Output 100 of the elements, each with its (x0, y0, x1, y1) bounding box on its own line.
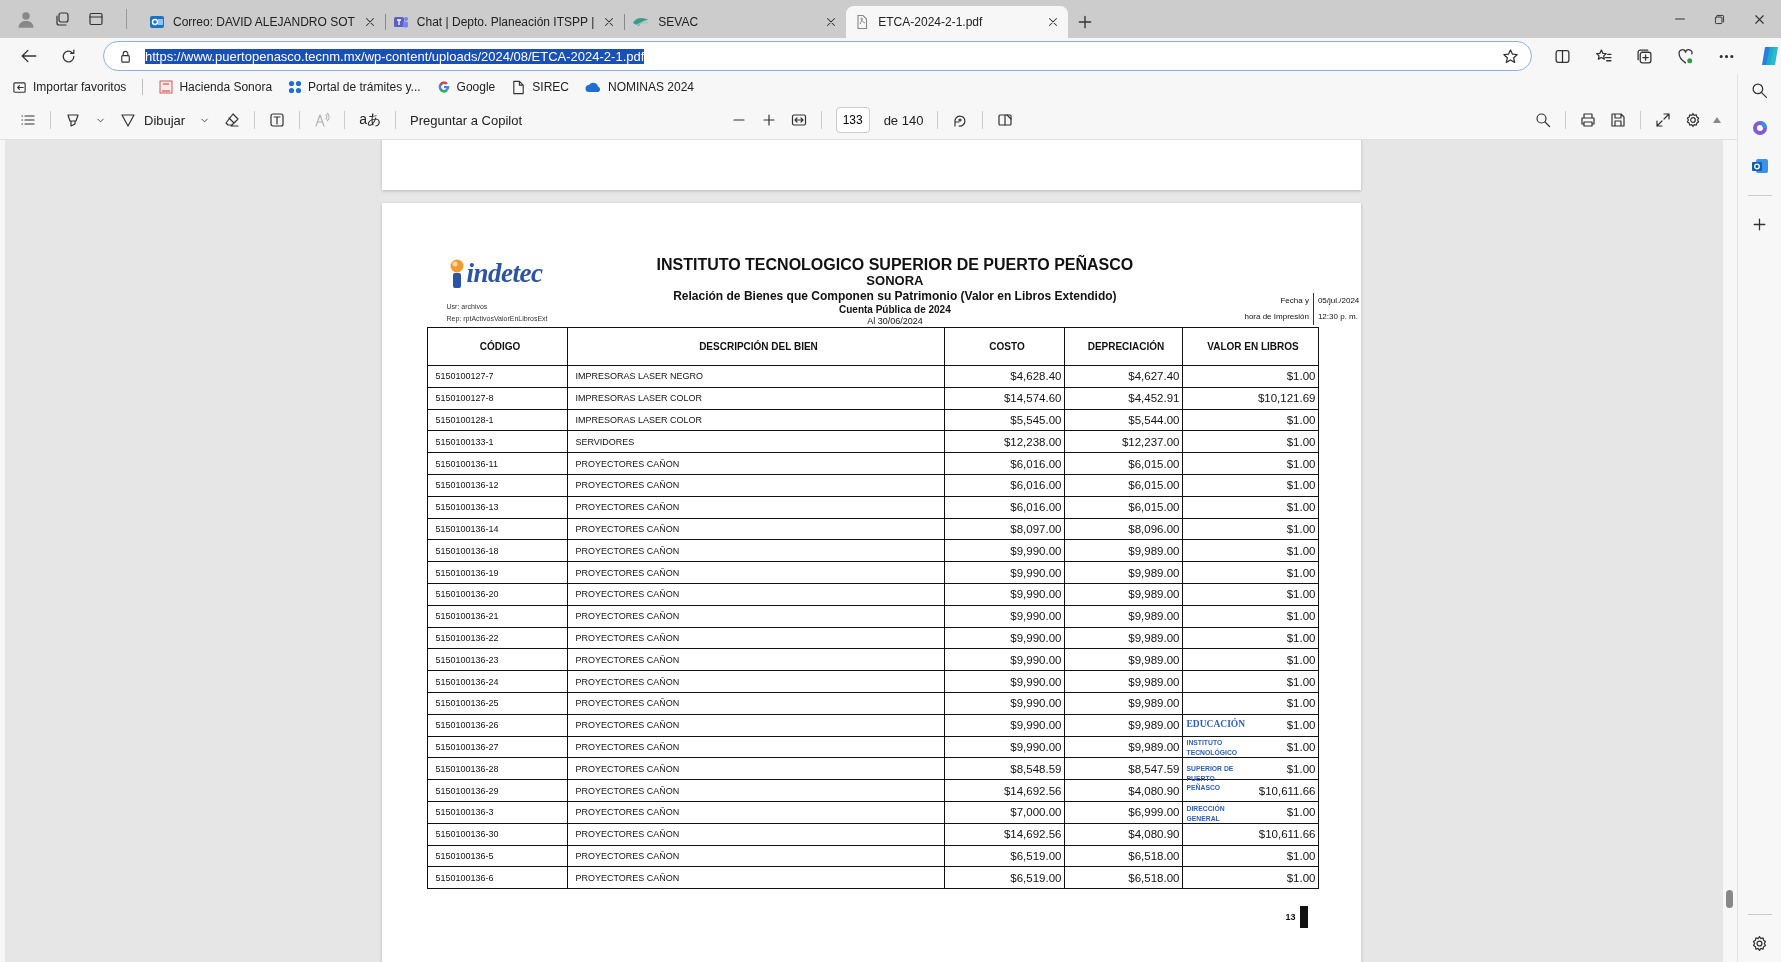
table-cell: $1.00 (1182, 365, 1318, 388)
url-text: https://www.puertopenasco.tecnm.mx/wp-content/uploads/2024/08/ETCA-2024-2-1.pdf (145, 48, 645, 64)
table-cell: PROYECTORES CAÑON (567, 627, 944, 649)
contents-list-icon[interactable] (20, 112, 36, 128)
refresh-icon[interactable] (60, 47, 77, 65)
table-cell: 5150100136-3 (427, 801, 567, 824)
table-cell: 5150100136-6 (427, 866, 567, 889)
scrollbar-thumb[interactable] (1726, 890, 1733, 908)
page-count: de 140 (883, 112, 924, 128)
table-cell: 5150100136-18 (427, 539, 567, 562)
table-cell: PROYECTORES CAÑON (567, 801, 944, 824)
app-icon[interactable] (1750, 119, 1769, 137)
bookmark-item[interactable]: Portal de trámites y... (288, 80, 421, 94)
date-label: Fecha y (1240, 293, 1314, 309)
copilot-icon[interactable] (1759, 45, 1781, 67)
table-cell: $14,692.56 (944, 823, 1064, 846)
table-cell: PROYECTORES CAÑON (567, 714, 944, 737)
table-cell: $6,518.00 (1064, 866, 1182, 889)
table-cell: 5150100136-21 (427, 605, 567, 628)
settings-icon[interactable] (1751, 935, 1768, 952)
scroll-up-arrow[interactable] (1713, 117, 1721, 123)
table-cell: $9,990.00 (944, 605, 1064, 628)
eraser-icon[interactable] (224, 112, 241, 128)
table-cell: 5150100136-19 (427, 561, 567, 584)
back-icon[interactable] (20, 47, 38, 65)
add-icon[interactable] (1751, 216, 1768, 233)
table-cell: 5150100136-22 (427, 627, 567, 649)
table-cell: $1.00 (1182, 518, 1318, 540)
fullscreen-icon[interactable] (1655, 112, 1671, 128)
workspaces-icon[interactable] (54, 11, 70, 27)
table-cell: $6,015.00 (1064, 474, 1182, 497)
table-cell: PROYECTORES CAÑON (567, 474, 944, 497)
rotate-icon[interactable] (952, 112, 969, 128)
translate-icon[interactable]: aあ (359, 111, 381, 129)
print-icon[interactable] (1580, 112, 1596, 128)
page-number-field[interactable]: 133 (835, 107, 870, 133)
import-icon[interactable] (12, 79, 27, 95)
bookmark-item[interactable]: Hacienda Sonora (159, 80, 273, 94)
tab-actions-icon[interactable] (88, 11, 104, 27)
settings-icon[interactable] (1685, 112, 1701, 128)
browser-tab[interactable]: ETCA-2024-2-1.pdf (846, 6, 1069, 38)
column-header: VALOR EN LIBROS (1182, 327, 1318, 366)
table-cell: $1.00 (1182, 539, 1318, 562)
split-screen-icon[interactable] (1554, 47, 1571, 65)
print-time-label: hora de Impresión (1240, 309, 1314, 325)
logo: indetec (446, 258, 657, 289)
table-cell: $8,547.59 (1064, 757, 1182, 780)
table-cell: $9,989.00 (1064, 627, 1182, 649)
table-cell: $1.00 (1182, 845, 1318, 867)
mail-app-icon[interactable] (1750, 157, 1769, 175)
table-cell: $4,628.40 (944, 365, 1064, 388)
chat-app-icon (392, 14, 409, 30)
table-cell: $9,989.00 (1064, 670, 1182, 693)
table-cell: $9,989.00 (1064, 561, 1182, 584)
browser-essentials-icon[interactable] (1677, 47, 1694, 65)
table-cell: $9,990.00 (944, 714, 1064, 737)
table-cell: $4,080.90 (1064, 779, 1182, 802)
favorite-star-icon[interactable] (1502, 47, 1519, 65)
search-icon[interactable] (1535, 112, 1551, 128)
table-cell: $12,238.00 (944, 430, 1064, 453)
table-cell: PROYECTORES CAÑON (567, 583, 944, 606)
save-icon[interactable] (1610, 112, 1626, 128)
fit-width-icon[interactable] (790, 112, 807, 128)
state-title: SONORA (866, 274, 924, 288)
table-cell: $6,015.00 (1064, 452, 1182, 475)
table-cell: 5150100136-25 (427, 692, 567, 715)
table-cell: $14,574.60 (944, 387, 1064, 410)
collections-icon[interactable] (1636, 47, 1653, 65)
bookmark-item[interactable]: NOMINAS 2024 (585, 80, 695, 94)
highlight-icon[interactable] (65, 112, 81, 128)
table-cell: 5150100133-1 (427, 430, 567, 453)
table-cell: $5,544.00 (1064, 409, 1182, 431)
table-cell: PROYECTORES CAÑON (567, 736, 944, 758)
lock-icon[interactable] (118, 48, 133, 64)
table-cell: 5150100136-23 (427, 648, 567, 671)
document-icon[interactable] (511, 79, 527, 95)
table-cell: $8,097.00 (944, 518, 1064, 540)
page-view-icon[interactable] (997, 112, 1014, 128)
table-cell: 5150100136-11 (427, 452, 567, 475)
browser-tab[interactable]: SEVAC (624, 6, 847, 38)
table-cell: IMPRESORAS LASER NEGRO (567, 365, 944, 388)
bookmark-item[interactable]: Google (436, 80, 496, 94)
column-header: DEPRECIACIÓN (1064, 327, 1182, 366)
mail-app-icon (149, 14, 165, 30)
browser-tab[interactable]: Chat | Depto. Planeación ITSPP | (384, 6, 625, 38)
address-field[interactable]: https://www.puertopenasco.tecnm.mx/wp-content/uploads/2024/08/ETCA-2024-2-1.pdf (103, 41, 1532, 71)
text-box-icon[interactable] (269, 112, 286, 128)
restore-icon[interactable] (1713, 12, 1726, 26)
table-cell: $10,611.66 (1182, 823, 1318, 846)
table-cell: $1.00 (1182, 583, 1318, 606)
pen-icon[interactable] (120, 112, 136, 128)
search-icon[interactable] (1751, 82, 1768, 99)
copilot-button[interactable]: Preguntar a Copilot (410, 112, 522, 128)
table-cell: $1.00 (1182, 605, 1318, 628)
table-cell: $14,692.56 (944, 779, 1064, 802)
bookmark-item[interactable]: Importar favoritos (12, 79, 127, 95)
browser-tab[interactable]: Correo: DAVID ALEJANDRO SOT (141, 6, 385, 38)
table-cell: $9,990.00 (944, 648, 1064, 671)
draw-button[interactable]: Dibujar (120, 112, 186, 128)
bookmark-item[interactable]: SIREC (511, 79, 569, 95)
